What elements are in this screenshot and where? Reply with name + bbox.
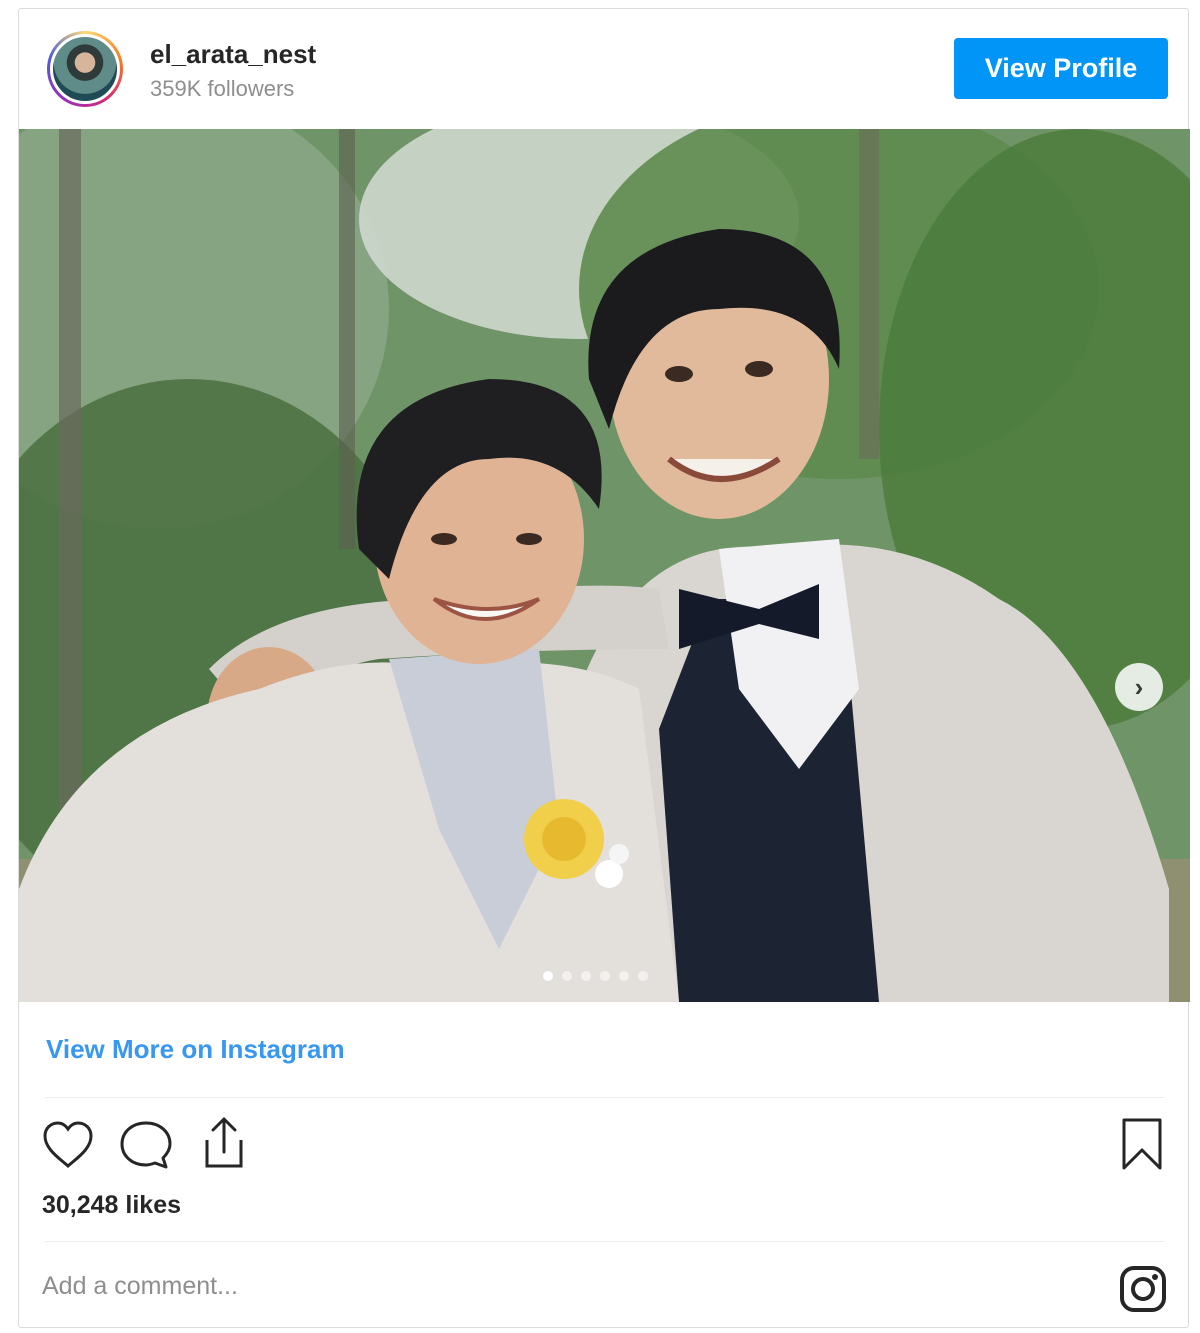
view-more-on-instagram-link[interactable]: View More on Instagram xyxy=(46,1034,345,1065)
profile-avatar[interactable] xyxy=(47,31,123,107)
add-comment-input[interactable]: Add a comment... xyxy=(42,1272,238,1301)
photo-illustration xyxy=(19,129,1190,1002)
instagram-embed-card: el_arata_nest 359K followers View Profil… xyxy=(18,8,1190,1328)
carousel-dot xyxy=(562,971,572,981)
post-photo[interactable]: › xyxy=(19,129,1190,1002)
carousel-dot xyxy=(619,971,629,981)
comment-icon[interactable] xyxy=(118,1119,174,1171)
carousel-dot xyxy=(638,971,648,981)
bookmark-icon[interactable] xyxy=(1119,1117,1165,1171)
divider xyxy=(44,1097,1165,1098)
like-count: 30,248 likes xyxy=(42,1191,182,1219)
instagram-icon[interactable] xyxy=(1119,1265,1167,1313)
avatar-image xyxy=(50,34,120,104)
share-icon[interactable] xyxy=(199,1114,249,1170)
chevron-right-icon: › xyxy=(1134,671,1144,702)
carousel-dot xyxy=(581,971,591,981)
carousel-next-button[interactable]: › xyxy=(1115,663,1163,711)
username[interactable]: el_arata_nest xyxy=(150,39,316,70)
post-header: el_arata_nest 359K followers View Profil… xyxy=(19,9,1188,129)
carousel-dot xyxy=(600,971,610,981)
carousel-dot xyxy=(543,971,553,981)
divider xyxy=(44,1241,1165,1242)
carousel-indicator xyxy=(543,971,648,981)
view-profile-button[interactable]: View Profile xyxy=(954,38,1168,99)
follower-count: 359K followers xyxy=(150,76,295,101)
heart-icon[interactable] xyxy=(41,1120,95,1170)
